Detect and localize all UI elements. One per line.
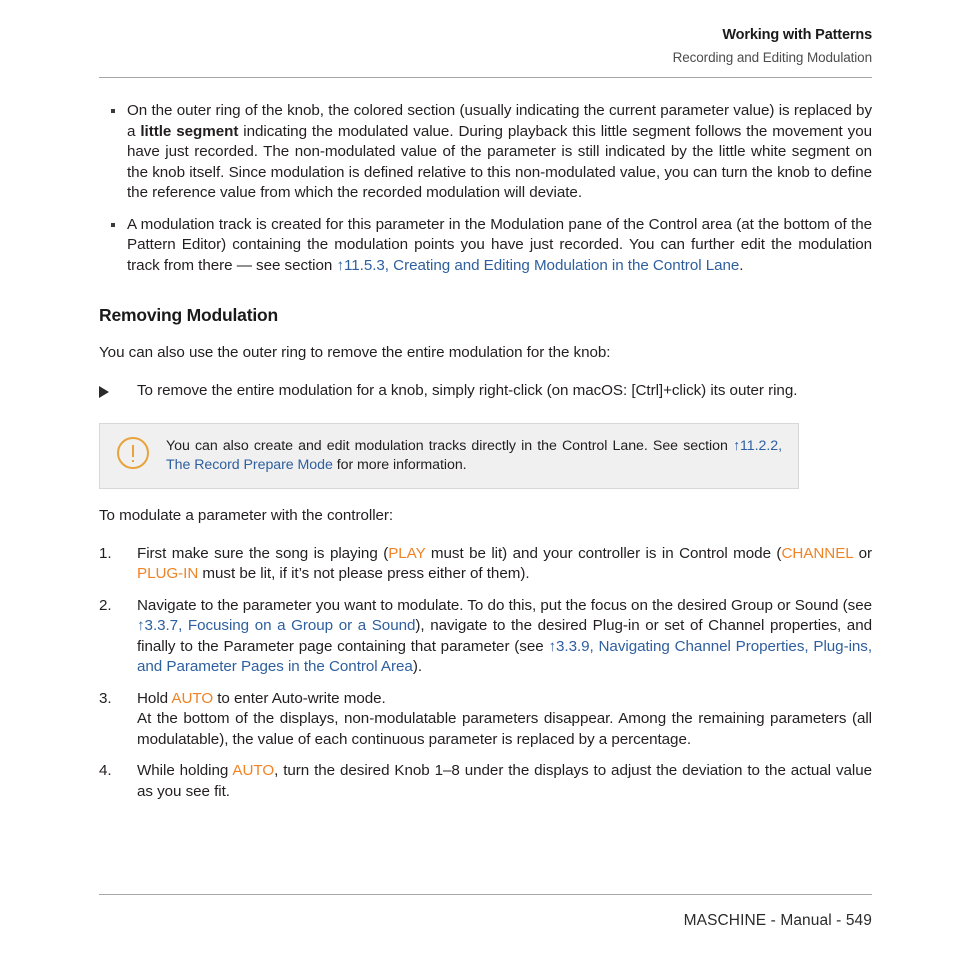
exclamation-circle-icon <box>117 437 149 469</box>
step-number: 4. <box>99 762 112 779</box>
square-bullet-icon <box>111 222 115 227</box>
section-intro-text: You can also use the outer ring to remov… <box>99 344 611 361</box>
bullet-text-part2: indicating the modulated value. During p… <box>127 122 872 202</box>
triangle-bullet-icon <box>99 385 109 398</box>
footer-divider <box>99 894 872 895</box>
header-section-title: Recording and Editing Modulation <box>672 50 873 65</box>
header-divider <box>99 77 872 78</box>
exclamation-dot <box>132 460 134 462</box>
note-text-part1: You can also create and edit modulation … <box>166 438 733 454</box>
hardware-button-label: PLUG-IN <box>137 565 199 582</box>
procedure-step: To remove the entire modulation for a kn… <box>99 381 872 402</box>
hardware-button-label: PLAY <box>388 544 426 562</box>
text-run: or <box>853 544 872 562</box>
bullet-item-outer-ring: On the outer ring of the knob, the color… <box>99 101 872 204</box>
text-run: Navigate to the parameter you want to mo… <box>137 596 872 614</box>
step-number: 1. <box>99 544 112 562</box>
step-number: 2. <box>99 596 112 614</box>
cross-reference-link[interactable]: ↑3.3.7, Focusing on a Group or a Sound <box>137 617 415 634</box>
numbered-step-list: 1. First make sure the song is playing (… <box>99 544 872 803</box>
hardware-button-label: AUTO <box>232 762 275 779</box>
page-footer: MASCHINE - Manual - 549 <box>683 912 872 929</box>
step-item-1: 1. First make sure the song is playing (… <box>99 544 872 585</box>
steps-intro-text: To modulate a parameter with the control… <box>99 507 394 524</box>
text-run: ). <box>412 658 422 675</box>
step-item-4: 4. While holding AUTO, turn the desired … <box>99 761 872 802</box>
page-title: Removing Modulation <box>99 305 278 325</box>
hardware-button-label: CHANNEL <box>781 544 854 562</box>
text-run: First make sure the song is playing ( <box>137 544 389 562</box>
exclamation-bar <box>132 445 134 457</box>
note-callout: You can also create and edit modulation … <box>99 423 799 489</box>
page-header: Working with Patterns Recording and Edit… <box>99 26 873 66</box>
step-item-2: 2. Navigate to the parameter you want to… <box>99 596 872 678</box>
text-run: Hold <box>137 689 172 707</box>
step-text: Hold AUTO to enter Auto-write mode. At th… <box>137 690 872 748</box>
note-text-part2: for more information. <box>332 457 467 473</box>
text-run: must be lit, if it’s not please press ei… <box>198 565 530 582</box>
text-run: must be lit) and your controller is in C… <box>425 544 782 562</box>
step-item-3: 3. Hold AUTO to enter Auto-write mode. At… <box>99 689 872 751</box>
text-run: While holding <box>137 762 233 779</box>
bullet-bold-term: little segment <box>140 122 239 140</box>
text-run: At the bottom of the displays, non-modul… <box>137 710 872 748</box>
note-text: You can also create and edit modulation … <box>166 437 782 475</box>
text-run: to enter Auto-write mode. <box>213 689 386 707</box>
step-number: 3. <box>99 689 112 707</box>
step-text: While holding AUTO, turn the desired Kno… <box>137 762 872 800</box>
cross-reference-link-11-5-3[interactable]: ↑11.5.3, Creating and Editing Modulation… <box>336 257 739 274</box>
page-content: On the outer ring of the knob, the color… <box>99 101 872 802</box>
bullet-item-modulation-track: A modulation track is created for this p… <box>99 215 872 277</box>
document-page: Working with Patterns Recording and Edit… <box>0 0 954 954</box>
header-chapter-title: Working with Patterns <box>722 27 872 43</box>
square-bullet-icon <box>111 109 115 113</box>
hardware-button-label: AUTO <box>171 689 214 707</box>
step-text: First make sure the song is playing (PLA… <box>137 545 872 583</box>
step-text: Navigate to the parameter you want to mo… <box>137 597 872 676</box>
bullet-text-part2: . <box>739 256 744 274</box>
procedure-step-text: To remove the entire modulation for a kn… <box>137 381 798 399</box>
bullet-list: On the outer ring of the knob, the color… <box>99 101 872 276</box>
